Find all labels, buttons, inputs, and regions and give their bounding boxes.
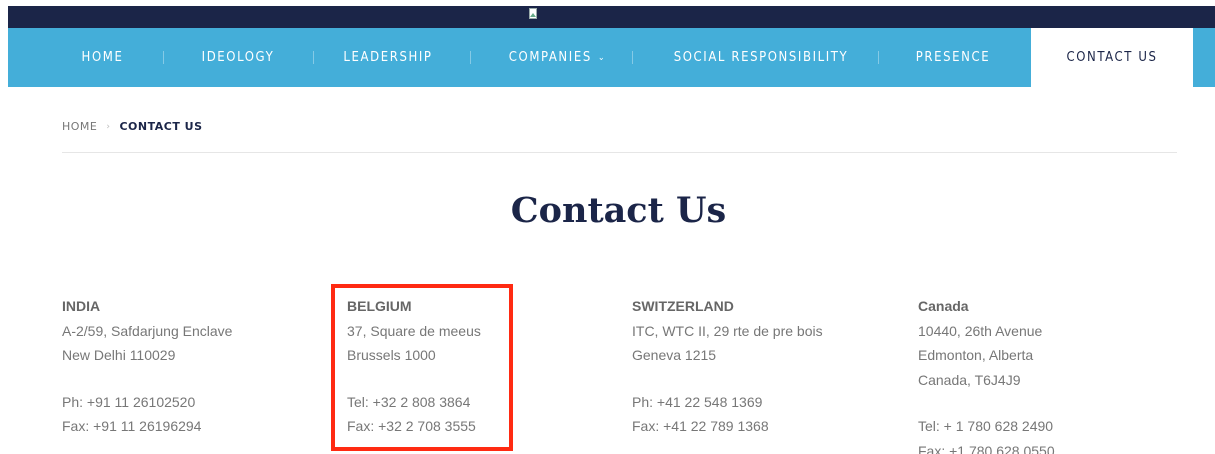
divider (62, 152, 1177, 153)
nav-label: CONTACT US (1066, 50, 1158, 65)
nav-home[interactable]: HOME (65, 28, 140, 87)
office-fax: Fax: +91 11 26196294 (62, 418, 202, 434)
office-canada: Canada 10440, 26th Avenue Edmonton, Albe… (918, 294, 1168, 454)
nav-leadership[interactable]: LEADERSHIP (328, 28, 448, 87)
main-navigation: HOME IDEOLOGY LEADERSHIP COMPANIES ⌄ SOC… (8, 28, 1215, 87)
nav-social-responsibility[interactable]: SOCIAL RESPONSIBILITY (656, 28, 866, 87)
office-phone: Tel: + 1 780 628 2490 (918, 418, 1054, 434)
nav-label: LEADERSHIP (343, 50, 433, 65)
nav-label: HOME (81, 50, 124, 65)
office-address-line: Edmonton, Alberta (918, 347, 1034, 363)
breadcrumb-home-link[interactable]: HOME (62, 120, 97, 133)
office-address-line: Geneva 1215 (632, 347, 717, 363)
office-address-line: A-2/59, Safdarjung Enclave (62, 322, 233, 339)
nav-separator (313, 51, 314, 64)
page-title: Contact Us (510, 190, 727, 231)
office-country: SWITZERLAND (632, 298, 734, 314)
nav-label: IDEOLOGY (201, 50, 275, 65)
nav-separator (163, 51, 164, 64)
nav-edge (1193, 28, 1215, 87)
office-country: Canada (918, 298, 969, 314)
office-country: INDIA (62, 298, 101, 314)
office-fax: Fax: +41 22 789 1368 (632, 418, 769, 434)
nav-presence[interactable]: PRESENCE (903, 28, 1003, 87)
nav-label: COMPANIES (508, 50, 592, 65)
nav-label: PRESENCE (915, 50, 991, 65)
highlight-box (331, 284, 513, 451)
nav-separator (470, 51, 471, 64)
breadcrumb-current: CONTACT US (119, 120, 203, 133)
office-phone: Ph: +91 11 26102520 (62, 393, 196, 410)
nav-contact-us[interactable]: CONTACT US (1031, 28, 1193, 87)
top-header-bar (8, 6, 1215, 28)
nav-separator (632, 51, 633, 64)
breadcrumb: HOME › CONTACT US (62, 120, 203, 133)
chevron-down-icon: ⌄ (597, 52, 607, 63)
office-address-line: ITC, WTC II, 29 rte de pre bois (632, 322, 823, 339)
nav-separator (878, 51, 879, 64)
office-india: INDIA A-2/59, Safdarjung Enclave New Del… (62, 294, 312, 439)
office-fax: Fax: +1 780 628 0550 (918, 442, 1055, 454)
nav-companies[interactable]: COMPANIES ⌄ (495, 28, 620, 87)
nav-label: SOCIAL RESPONSIBILITY (673, 50, 849, 65)
nav-ideology[interactable]: IDEOLOGY (188, 28, 288, 87)
breadcrumb-separator-icon: › (106, 121, 111, 132)
office-phone: Ph: +41 22 548 1369 (632, 393, 763, 410)
office-address-line: Canada, T6J4J9 (918, 371, 1021, 388)
office-address-line: 10440, 26th Avenue (918, 322, 1043, 339)
broken-image-icon (527, 8, 539, 20)
office-switzerland: SWITZERLAND ITC, WTC II, 29 rte de pre b… (632, 294, 882, 439)
office-address-line: New Delhi 110029 (62, 347, 176, 363)
